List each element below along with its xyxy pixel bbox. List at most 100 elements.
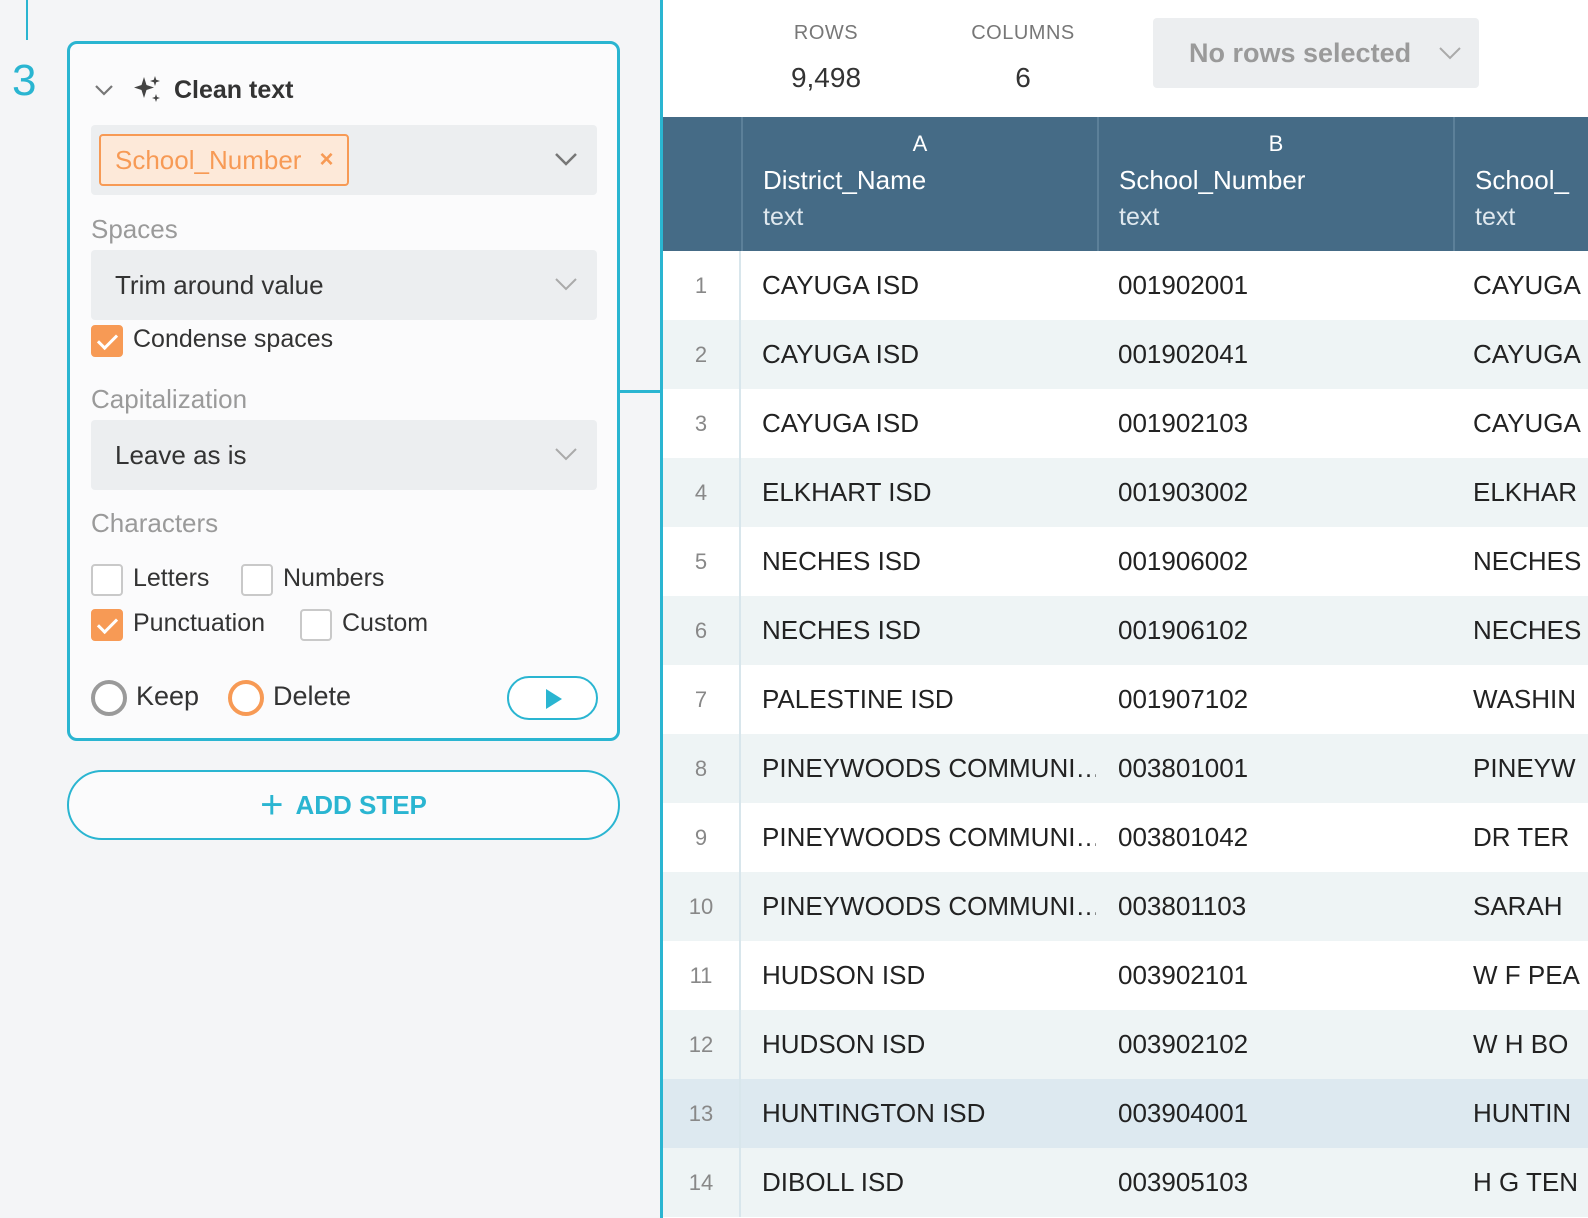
table-row[interactable]: 12 HUDSON ISD 003902102 W H BO xyxy=(663,1010,1588,1079)
table-cell[interactable]: PINEYWOODS COMMUNI… xyxy=(762,872,1096,941)
step-header[interactable]: Clean text xyxy=(92,70,293,110)
row-number: 14 xyxy=(663,1148,741,1217)
table-cell[interactable]: HUNTINGTON ISD xyxy=(762,1079,1096,1148)
table-cell[interactable]: 003902102 xyxy=(1118,1010,1448,1079)
table-cell[interactable]: 001907102 xyxy=(1118,665,1448,734)
table-cell[interactable]: ELKHART ISD xyxy=(762,458,1096,527)
table-cell[interactable]: PINEYW xyxy=(1473,734,1588,803)
letters-label: Letters xyxy=(133,564,210,592)
delete-radio[interactable] xyxy=(228,680,264,716)
table-row[interactable]: 9 PINEYWOODS COMMUNI… 003801042 DR TER xyxy=(663,803,1588,872)
table-row[interactable]: 8 PINEYWOODS COMMUNI… 003801001 PINEYW xyxy=(663,734,1588,803)
table-cell[interactable]: 001903002 xyxy=(1118,458,1448,527)
table-cell[interactable]: 003801103 xyxy=(1118,872,1448,941)
sparkle-icon xyxy=(130,73,164,107)
table-row[interactable]: 7 PALESTINE ISD 001907102 WASHIN xyxy=(663,665,1588,734)
table-cell[interactable]: 003905103 xyxy=(1118,1148,1448,1217)
table-cell[interactable]: 001902041 xyxy=(1118,320,1448,389)
table-cell[interactable]: HUNTIN xyxy=(1473,1079,1588,1148)
table-cell[interactable]: 001906102 xyxy=(1118,596,1448,665)
row-number: 10 xyxy=(663,872,741,941)
table-cell[interactable]: NECHES ISD xyxy=(762,596,1096,665)
table-row[interactable]: 14 DIBOLL ISD 003905103 H G TEN xyxy=(663,1148,1588,1217)
table-row[interactable]: 5 NECHES ISD 001906002 NECHES xyxy=(663,527,1588,596)
keep-radio[interactable] xyxy=(91,680,127,716)
table-cell[interactable]: PINEYWOODS COMMUNI… xyxy=(762,803,1096,872)
capitalization-dropdown[interactable]: Leave as is xyxy=(91,420,597,490)
clean-text-step-card: Clean text School_Number × Spaces Trim a… xyxy=(67,41,620,741)
table-cell[interactable]: SARAH xyxy=(1473,872,1588,941)
table-cell[interactable]: HUDSON ISD xyxy=(762,941,1096,1010)
letters-checkbox[interactable] xyxy=(91,564,123,596)
table-cell[interactable]: CAYUGA ISD xyxy=(762,320,1096,389)
chevron-down-icon[interactable] xyxy=(553,149,579,169)
table-cell[interactable]: 001902001 xyxy=(1118,251,1448,320)
table-cell[interactable]: NECHES xyxy=(1473,527,1588,596)
table-row[interactable]: 6 NECHES ISD 001906102 NECHES xyxy=(663,596,1588,665)
table-cell[interactable]: W H BO xyxy=(1473,1010,1588,1079)
chevron-down-icon[interactable] xyxy=(92,78,116,102)
table-cell[interactable]: CAYUGA xyxy=(1473,251,1588,320)
custom-checkbox[interactable] xyxy=(300,609,332,641)
table-cell[interactable]: ELKHAR xyxy=(1473,458,1588,527)
table-row[interactable]: 1 CAYUGA ISD 001902001 CAYUGA xyxy=(663,251,1588,320)
column-selector[interactable]: School_Number × xyxy=(91,125,597,195)
rows-value: 9,498 xyxy=(790,62,862,93)
column-header-b[interactable]: B School_Number text xyxy=(1097,117,1453,251)
table-cell[interactable]: 001902103 xyxy=(1118,389,1448,458)
table-cell[interactable]: CAYUGA ISD xyxy=(762,251,1096,320)
columns-label: COLUMNS xyxy=(971,22,1075,44)
characters-label: Characters xyxy=(91,508,219,538)
column-type: text xyxy=(1475,203,1516,231)
table-cell[interactable]: 003904001 xyxy=(1118,1079,1448,1148)
run-step-button[interactable] xyxy=(507,676,598,720)
table-row[interactable]: 10 PINEYWOODS COMMUNI… 003801103 SARAH xyxy=(663,872,1588,941)
table-cell[interactable]: DR TER xyxy=(1473,803,1588,872)
condense-spaces-checkbox[interactable] xyxy=(91,325,123,357)
column-name: District_Name xyxy=(763,165,927,195)
table-row[interactable]: 3 CAYUGA ISD 001902103 CAYUGA xyxy=(663,389,1588,458)
condense-spaces-label: Condense spaces xyxy=(133,325,334,353)
punctuation-checkbox[interactable] xyxy=(91,609,123,641)
add-step-button[interactable]: + ADD STEP xyxy=(67,770,620,840)
chevron-down-icon xyxy=(553,444,579,464)
table-cell[interactable]: NECHES xyxy=(1473,596,1588,665)
table-row[interactable]: 2 CAYUGA ISD 001902041 CAYUGA xyxy=(663,320,1588,389)
step-number: 3 xyxy=(12,56,37,105)
table-cell[interactable]: CAYUGA xyxy=(1473,320,1588,389)
table-cell[interactable]: H G TEN xyxy=(1473,1148,1588,1217)
table-row[interactable]: 13 HUNTINGTON ISD 003904001 HUNTIN xyxy=(663,1079,1588,1148)
table-cell[interactable]: CAYUGA xyxy=(1473,389,1588,458)
numbers-label: Numbers xyxy=(283,564,385,592)
remove-column-icon[interactable]: × xyxy=(319,146,333,174)
column-header-a[interactable]: A District_Name text xyxy=(741,117,1097,251)
table-cell[interactable]: PINEYWOODS COMMUNI… xyxy=(762,734,1096,803)
numbers-checkbox[interactable] xyxy=(241,564,273,596)
row-number: 2 xyxy=(663,320,741,389)
table-cell[interactable]: HUDSON ISD xyxy=(762,1010,1096,1079)
table-cell[interactable]: W F PEA xyxy=(1473,941,1588,1010)
table-cell[interactable]: DIBOLL ISD xyxy=(762,1148,1096,1217)
table-cell[interactable]: 003801042 xyxy=(1118,803,1448,872)
row-selection-dropdown[interactable]: No rows selected xyxy=(1153,18,1479,88)
table-cell[interactable]: 003801001 xyxy=(1118,734,1448,803)
column-tag-label: School_Number xyxy=(115,144,302,175)
column-header-c[interactable]: School_ text xyxy=(1453,117,1588,251)
table-cell[interactable]: 001906002 xyxy=(1118,527,1448,596)
selection-text: No rows selected xyxy=(1189,38,1412,68)
chevron-down-icon xyxy=(1437,43,1463,63)
column-name: School_ xyxy=(1475,165,1569,195)
row-number: 6 xyxy=(663,596,741,665)
table-row[interactable]: 11 HUDSON ISD 003902101 W F PEA xyxy=(663,941,1588,1010)
table-cell[interactable]: PALESTINE ISD xyxy=(762,665,1096,734)
table-cell[interactable]: NECHES ISD xyxy=(762,527,1096,596)
column-tag: School_Number × xyxy=(99,134,350,186)
table-row[interactable]: 4 ELKHART ISD 001903002 ELKHAR xyxy=(663,458,1588,527)
table-cell[interactable]: WASHIN xyxy=(1473,665,1588,734)
step-connector xyxy=(620,390,662,393)
table-cell[interactable]: CAYUGA ISD xyxy=(762,389,1096,458)
plus-icon: + xyxy=(260,783,284,827)
column-letter: B xyxy=(1268,131,1284,156)
table-cell[interactable]: 003902101 xyxy=(1118,941,1448,1010)
spaces-dropdown[interactable]: Trim around value xyxy=(91,250,597,320)
